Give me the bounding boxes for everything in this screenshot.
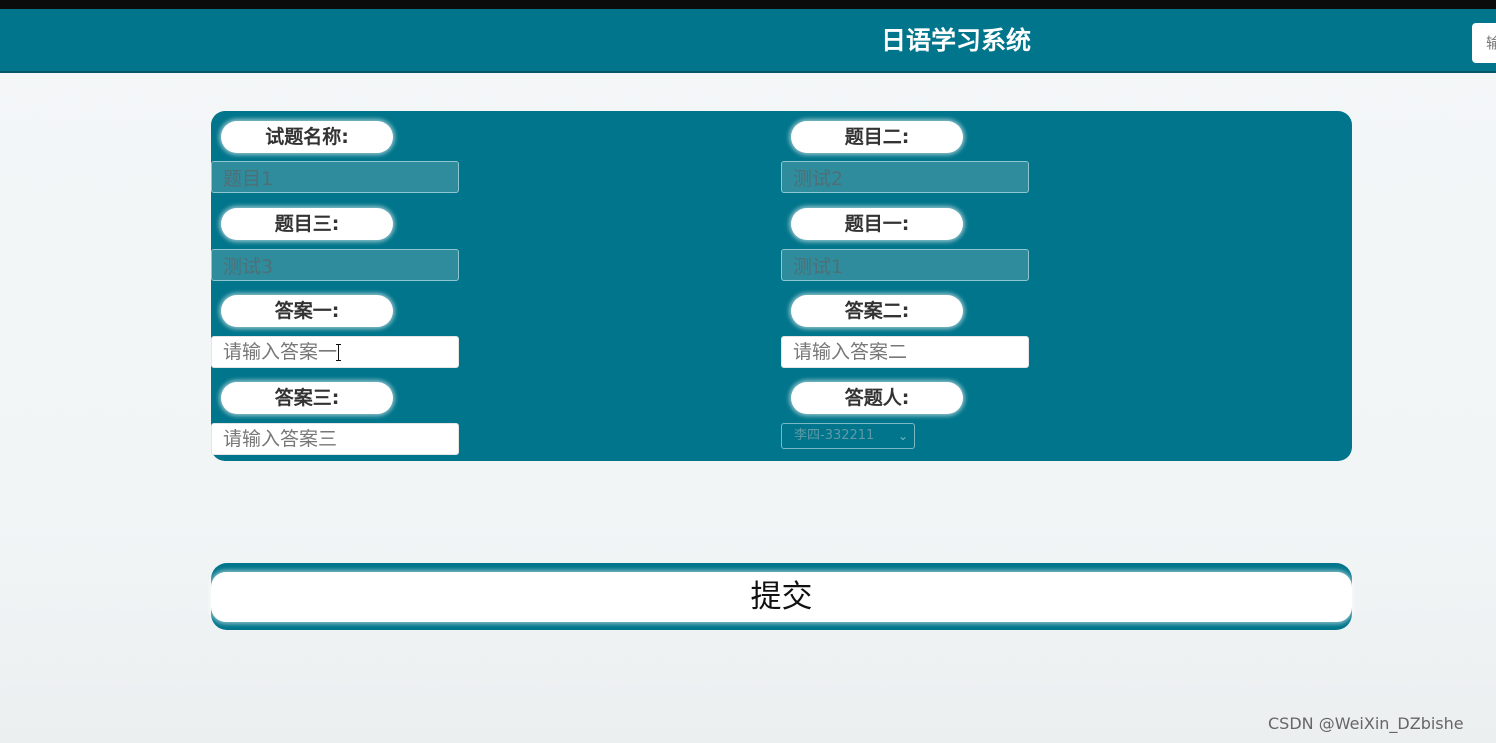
submit-button-frame: 提交 <box>211 563 1352 630</box>
question-two-label: 题目二: <box>791 121 963 153</box>
search-input[interactable] <box>1472 23 1496 63</box>
answer-two-input[interactable] <box>781 336 1029 368</box>
answer-form-panel: 试题名称: 题目三: 答案一: 答案三: 题目二: 题目一: 答案二: 答题人:… <box>211 111 1352 461</box>
answer-three-label: 答案三: <box>221 382 393 414</box>
question-three-label: 题目三: <box>221 208 393 240</box>
answer-three-input[interactable] <box>211 423 459 455</box>
answer-two-label: 答案二: <box>791 295 963 327</box>
answerer-select[interactable]: 李四-332211 ⌄ <box>781 423 915 449</box>
question-three-field[interactable] <box>211 249 459 281</box>
question-one-label: 题目一: <box>791 208 963 240</box>
watermark-text: CSDN @WeiXin_DZbishe <box>1268 714 1464 733</box>
answerer-select-value: 李四-332211 <box>794 428 875 443</box>
text-cursor-icon <box>336 344 342 361</box>
app-header: 日语学习系统 <box>0 9 1496 73</box>
app-title: 日语学习系统 <box>880 26 1031 55</box>
answerer-label: 答题人: <box>791 382 963 414</box>
chevron-down-icon: ⌄ <box>897 429 908 443</box>
question-one-field[interactable] <box>781 249 1029 281</box>
submit-button[interactable]: 提交 <box>211 572 1352 622</box>
question-two-field[interactable] <box>781 161 1029 193</box>
question-name-label: 试题名称: <box>221 121 393 153</box>
window-top-bar <box>0 0 1496 9</box>
answer-one-input[interactable] <box>211 336 459 368</box>
answer-one-label: 答案一: <box>221 295 393 327</box>
question-name-field[interactable] <box>211 161 459 193</box>
